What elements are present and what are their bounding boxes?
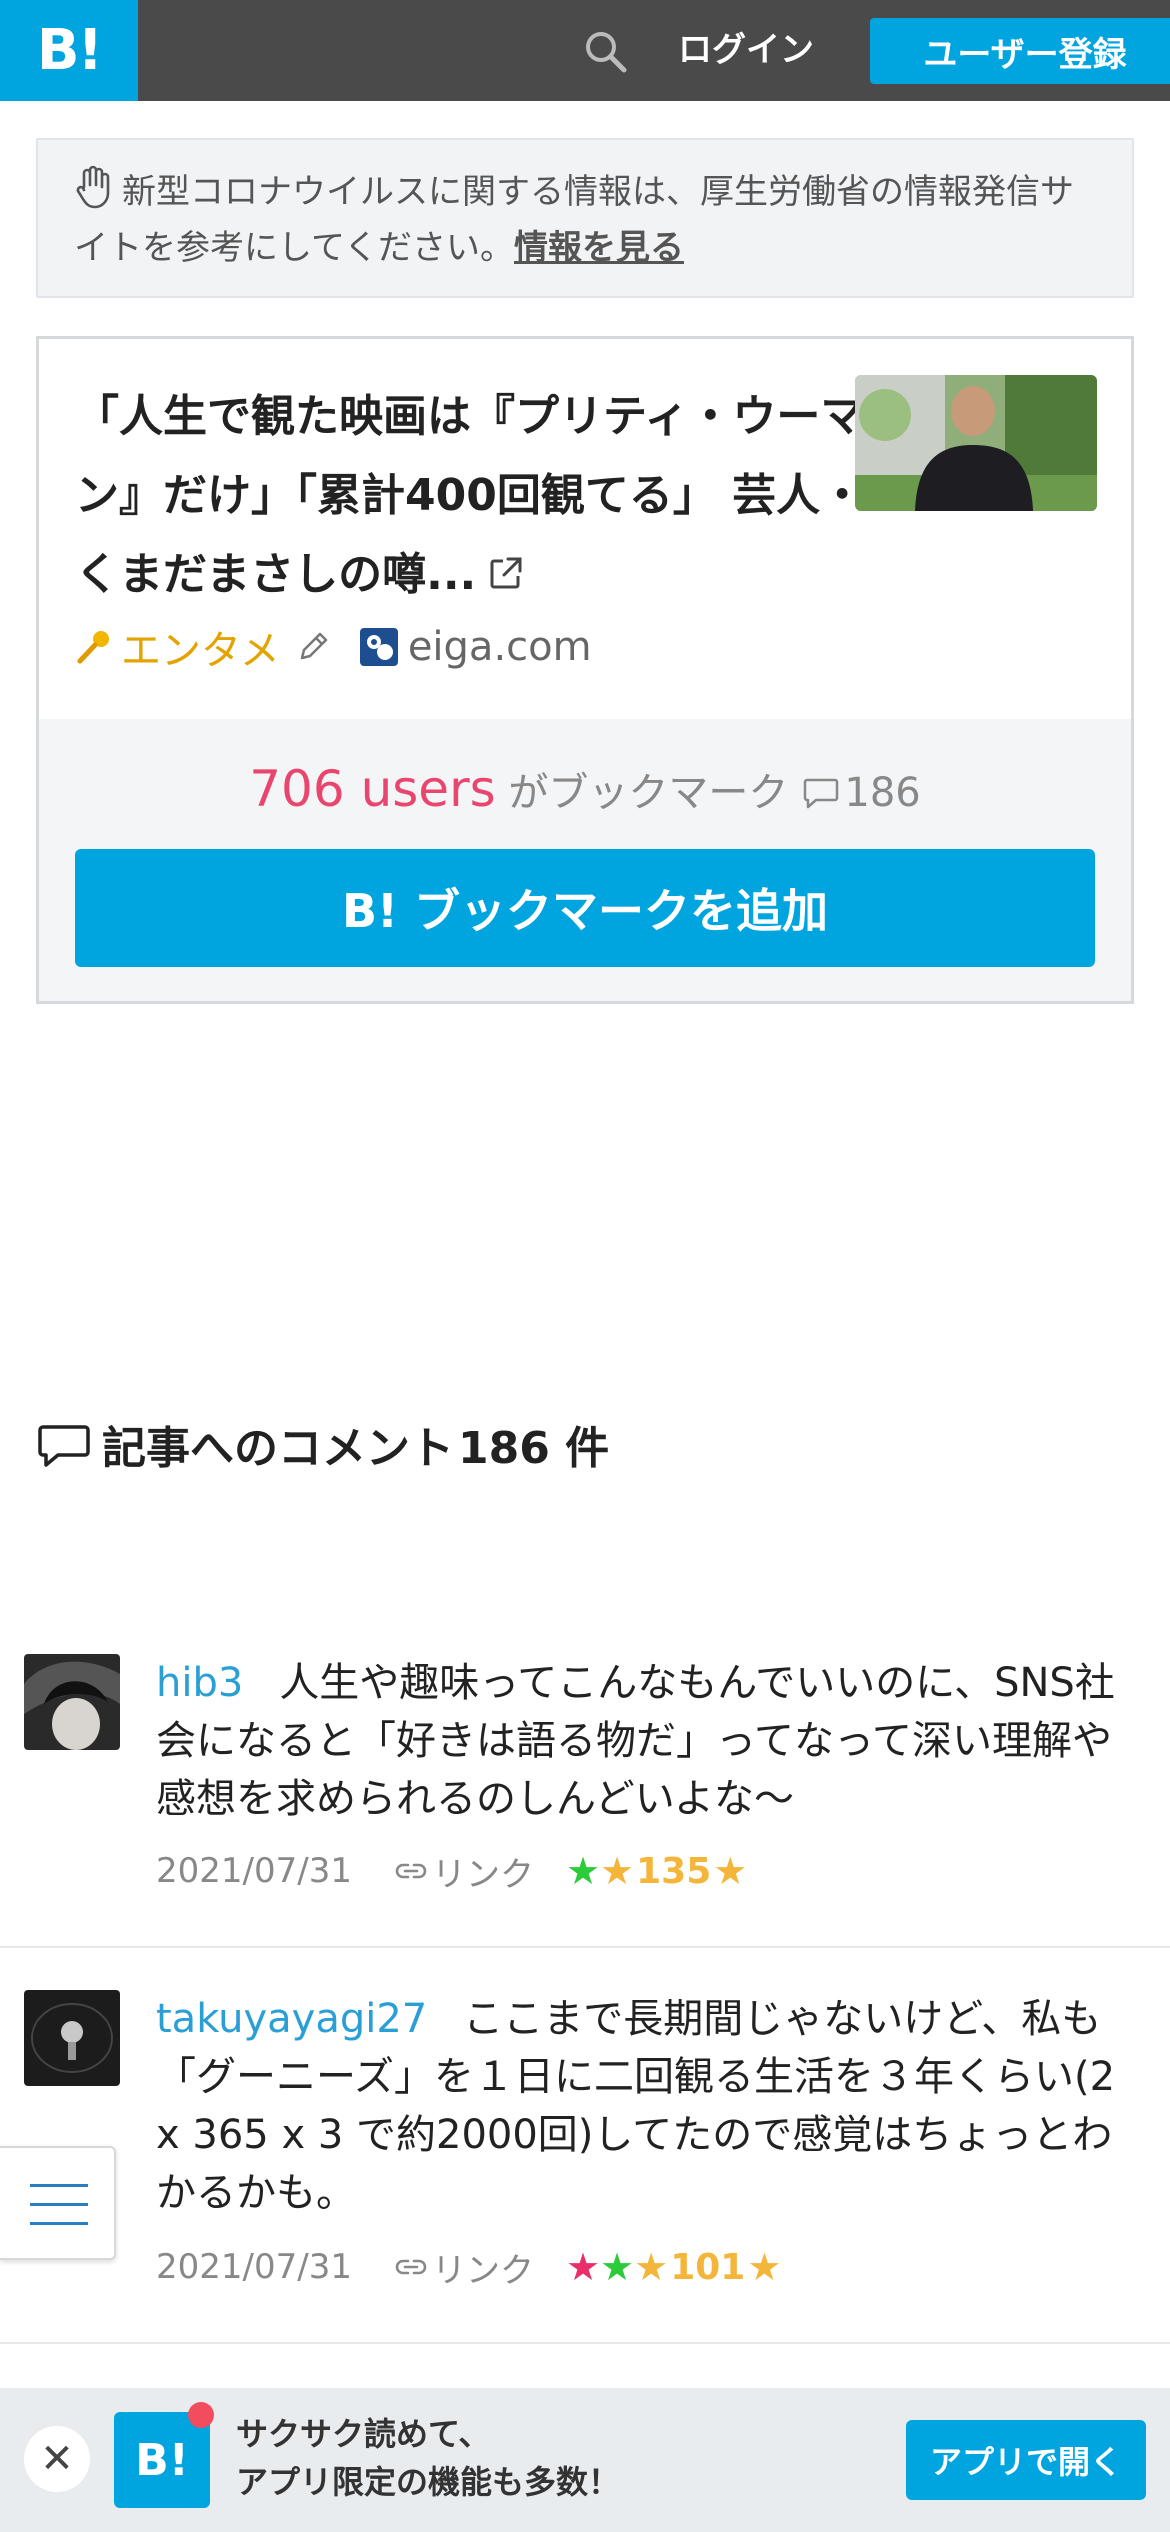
entry-title[interactable]: 「人生で観た映画は『プリティ・ウーマン』だけ」「累計400回観てる」 芸人・くま…	[75, 377, 885, 614]
hamburger-icon	[30, 2222, 88, 2225]
user-avatar[interactable]	[24, 1990, 120, 2086]
hand-icon	[76, 165, 110, 209]
comment-link-label[interactable]: リンク	[432, 2243, 534, 2292]
comment-body: hib3 人生や趣味ってこんなもんでいいのに、SNS社会になると「好きは語る物だ」…	[156, 1654, 1136, 1828]
search-icon[interactable]	[582, 28, 628, 74]
app-promo-line-2: アプリ限定の機能も多数！	[236, 2463, 621, 2501]
notice-link[interactable]: 情報を見る	[514, 228, 684, 268]
comment-username[interactable]: takuyayagi27	[156, 1996, 427, 2042]
category-link[interactable]: エンタメ	[75, 618, 280, 676]
covid-notice: 新型コロナウイルスに関する情報は、厚生労働省の情報発信サイトを参考にしてください…	[36, 138, 1134, 298]
add-star-icon[interactable]: ★	[713, 1851, 747, 1891]
comment-date[interactable]: 2021/07/31	[156, 2247, 352, 2287]
link-icon	[395, 1863, 427, 1879]
app-promo-line-1: サクサク読めて、	[236, 2415, 491, 2453]
yellow-star-icon: ★	[634, 2245, 669, 2289]
entry-card: 「人生で観た映画は『プリティ・ウーマン』だけ」「累計400回観てる」 芸人・くま…	[36, 336, 1134, 1004]
star-count: 101	[670, 2246, 746, 2288]
users-line: 706 users がブックマーク 186	[39, 759, 1131, 823]
close-icon[interactable]: ✕	[24, 2426, 90, 2492]
comment-link-label[interactable]: リンク	[432, 1847, 534, 1896]
hatena-bookmark-logo[interactable]: B!	[0, 0, 138, 101]
comment-body: takuyayagi27 ここまで長期間じゃないけど、私も「グーニーズ」を１日に二…	[156, 1990, 1136, 2222]
star-rating[interactable]: ★ ★ ★ 101 ★	[566, 2247, 781, 2288]
comment-bubble-icon	[38, 1425, 90, 1467]
menu-button[interactable]	[0, 2146, 116, 2260]
comment-text: 人生や趣味ってこんなもんでいいのに、SNS社会になると「好きは語る物だ」ってなっ…	[156, 1660, 1115, 1822]
link-icon	[395, 2259, 427, 2275]
comment-footer: 2021/07/31 リンク ★ ★ ★ 101 ★	[156, 2242, 781, 2292]
comment-footer: 2021/07/31 リンク ★ ★ 135 ★	[156, 1846, 747, 1896]
app-promo-text: サクサク読めて、 アプリ限定の機能も多数！	[236, 2410, 620, 2506]
site-header: B! ログイン ユーザー登録	[0, 0, 1170, 101]
add-star-icon[interactable]: ★	[747, 2247, 781, 2287]
comment-date[interactable]: 2021/07/31	[156, 1851, 352, 1891]
hamburger-icon	[30, 2184, 88, 2187]
entry-domain[interactable]: eiga.com	[408, 624, 592, 670]
entry-thumbnail[interactable]	[855, 375, 1097, 511]
open-app-button[interactable]: アプリで開く	[906, 2420, 1146, 2500]
register-button[interactable]: ユーザー登録	[870, 18, 1170, 84]
microphone-icon	[77, 631, 109, 664]
comments-heading-count: 186 件	[458, 1423, 610, 1474]
comment-username[interactable]: hib3	[156, 1660, 243, 1706]
comment-bubble-icon	[804, 778, 839, 809]
pencil-icon[interactable]	[294, 628, 332, 666]
add-bookmark-button[interactable]: B! ブックマークを追加	[75, 849, 1095, 967]
user-avatar[interactable]	[24, 1654, 120, 1750]
external-link-icon[interactable]	[486, 553, 526, 593]
hamburger-icon	[30, 2203, 88, 2206]
comment-count: 186	[844, 770, 921, 816]
yellow-star-icon: ★	[600, 1849, 635, 1893]
comment-link[interactable]: リンク	[394, 2243, 534, 2292]
comment-item: hib3 人生や趣味ってこんなもんでいいのに、SNS社会になると「好きは語る物だ」…	[0, 1640, 1170, 1948]
green-star-icon: ★	[565, 1849, 601, 1893]
star-rating[interactable]: ★ ★ 135 ★	[566, 1851, 747, 1892]
comment-item: takuyayagi27 ここまで長期間じゃないけど、私も「グーニーズ」を１日に二…	[0, 1948, 1170, 2344]
comments-heading-text: 記事へのコメント	[102, 1423, 454, 1474]
entry-meta: エンタメ eiga.com	[75, 617, 592, 677]
bookmark-users-count[interactable]: 706 users	[249, 760, 495, 818]
star-count: 135	[636, 1850, 712, 1892]
site-favicon	[359, 628, 398, 666]
bookmark-users-suffix: がブックマーク	[508, 770, 789, 816]
pink-star-icon: ★	[565, 2245, 601, 2289]
notification-badge	[188, 2402, 214, 2428]
app-promo-banner: ✕ B! サクサク読めて、 アプリ限定の機能も多数！ アプリで開く	[0, 2388, 1170, 2532]
comments-heading: 記事へのコメント 186 件	[36, 1412, 609, 1476]
green-star-icon: ★	[600, 2245, 635, 2289]
entry-title-text[interactable]: 「人生で観た映画は『プリティ・ウーマン』だけ」「累計400回観てる」 芸人・くま…	[75, 391, 864, 600]
category-label[interactable]: エンタメ	[121, 618, 280, 676]
comment-link[interactable]: リンク	[394, 1847, 534, 1896]
login-link[interactable]: ログイン	[678, 24, 814, 76]
bookmark-panel: 706 users がブックマーク 186 B! ブックマークを追加	[39, 719, 1131, 1001]
